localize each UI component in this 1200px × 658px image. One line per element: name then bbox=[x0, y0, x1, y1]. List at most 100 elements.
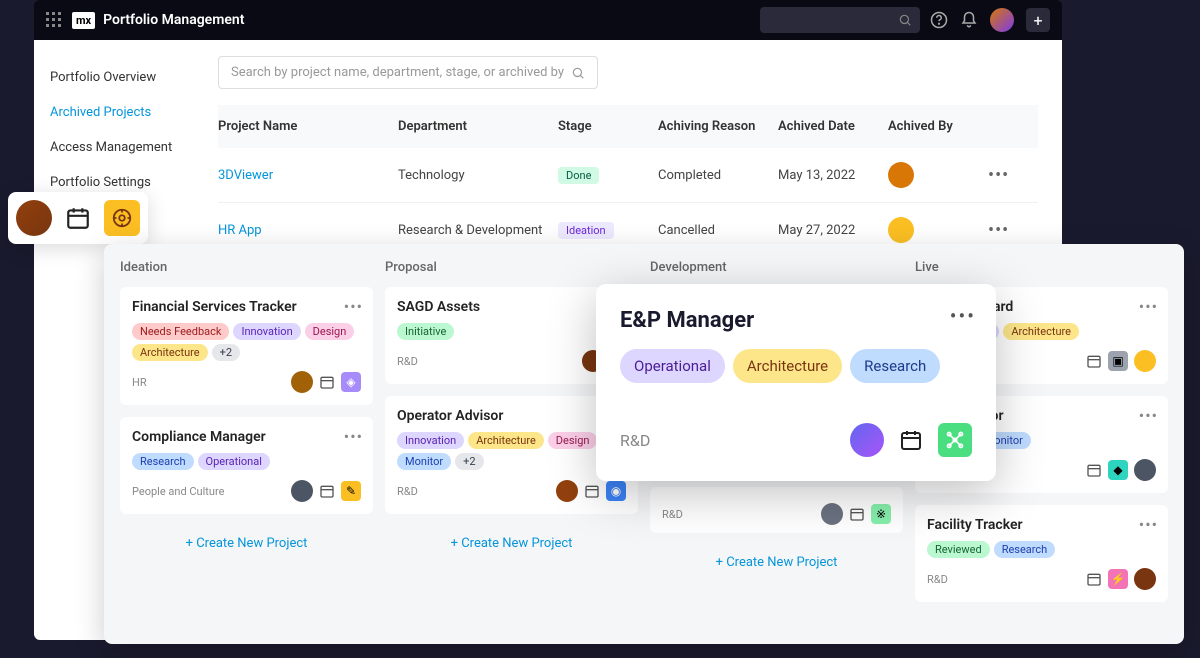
kanban-column-ideation: Ideation ••• Financial Services Tracker … bbox=[120, 260, 373, 628]
tag: Design bbox=[548, 432, 598, 449]
avatar bbox=[556, 480, 578, 502]
project-link[interactable]: 3DViewer bbox=[218, 168, 398, 183]
avatar[interactable] bbox=[850, 423, 884, 457]
tag: Architecture bbox=[132, 344, 208, 361]
popup-more-icon[interactable]: ••• bbox=[950, 304, 976, 328]
bell-icon[interactable] bbox=[960, 11, 978, 29]
tag: Research bbox=[132, 453, 194, 470]
tag: Reviewed bbox=[927, 541, 990, 558]
global-search-input[interactable] bbox=[760, 7, 920, 33]
table-row[interactable]: 3DViewer Technology Done Completed May 1… bbox=[218, 148, 1038, 203]
th-stage: Stage bbox=[558, 119, 658, 134]
card-more-icon[interactable]: ••• bbox=[1139, 297, 1158, 316]
status-icon: ⚡ bbox=[1108, 569, 1128, 589]
th-name: Project Name bbox=[218, 119, 398, 134]
status-icon: ◆ bbox=[1108, 460, 1128, 480]
cell-date: May 27, 2022 bbox=[778, 223, 888, 238]
brain-icon bbox=[111, 207, 133, 229]
card-more-icon[interactable]: ••• bbox=[344, 297, 363, 316]
create-project-button[interactable]: + Create New Project bbox=[650, 545, 903, 580]
help-icon[interactable] bbox=[930, 11, 948, 29]
tag: Research bbox=[850, 349, 940, 383]
status-icon: ▣ bbox=[1108, 351, 1128, 371]
avatar bbox=[1134, 568, 1156, 590]
row-more-icon[interactable]: ••• bbox=[988, 220, 1028, 241]
row-more-icon[interactable]: ••• bbox=[988, 165, 1028, 186]
search-icon bbox=[571, 66, 585, 80]
create-project-button[interactable]: + Create New Project bbox=[120, 526, 373, 561]
column-title: Development bbox=[650, 260, 903, 275]
card-dept: People and Culture bbox=[132, 485, 224, 498]
card-title: SAGD Assets bbox=[397, 299, 626, 315]
column-title: Proposal bbox=[385, 260, 638, 275]
card-title: Operator Advisor bbox=[397, 408, 626, 424]
avatar bbox=[1134, 350, 1156, 372]
tag: Architecture bbox=[1003, 323, 1079, 340]
cell-reason: Completed bbox=[658, 168, 778, 183]
network-icon bbox=[945, 430, 965, 450]
sidebar-item-access[interactable]: Access Management bbox=[34, 130, 194, 165]
tag: Architecture bbox=[468, 432, 544, 449]
user-avatar[interactable] bbox=[990, 8, 1014, 32]
th-date: Achived Date bbox=[778, 119, 888, 134]
topbar: mx Portfolio Management + bbox=[34, 0, 1062, 40]
status-icon: ※ bbox=[871, 504, 891, 524]
floating-toolbar bbox=[8, 192, 148, 244]
add-button[interactable]: + bbox=[1026, 8, 1050, 32]
tag: Monitor bbox=[397, 453, 451, 470]
card-more-icon[interactable]: ••• bbox=[1139, 515, 1158, 534]
sidebar-item-archived[interactable]: Archived Projects bbox=[34, 95, 194, 130]
card-dept: R&D bbox=[397, 355, 418, 368]
tag: Operational bbox=[620, 349, 725, 383]
project-card[interactable]: R&D ※ bbox=[650, 487, 903, 533]
calendar-icon bbox=[584, 483, 600, 499]
calendar-button[interactable] bbox=[894, 423, 928, 457]
card-dept: R&D bbox=[662, 508, 683, 521]
calendar-icon bbox=[319, 483, 335, 499]
app-title: Portfolio Management bbox=[103, 12, 244, 28]
card-title: Financial Services Tracker bbox=[132, 299, 361, 315]
cell-dept: Technology bbox=[398, 168, 558, 183]
tag: Operational bbox=[198, 453, 270, 470]
app-launcher-icon[interactable] bbox=[46, 12, 62, 28]
calendar-icon bbox=[319, 374, 335, 390]
stage-badge: Done bbox=[558, 167, 599, 184]
avatar bbox=[1134, 459, 1156, 481]
create-project-button[interactable]: + Create New Project bbox=[385, 526, 638, 561]
sidebar-item-overview[interactable]: Portfolio Overview bbox=[34, 60, 194, 95]
tag-more[interactable]: +2 bbox=[212, 344, 240, 361]
tag: Research bbox=[994, 541, 1056, 558]
avatar bbox=[291, 480, 313, 502]
tag: Initiative bbox=[397, 323, 454, 340]
card-title: Facility Tracker bbox=[927, 517, 1156, 533]
calendar-icon bbox=[899, 428, 923, 452]
avatar bbox=[821, 503, 843, 525]
project-card[interactable]: ••• Compliance Manager Research Operatio… bbox=[120, 417, 373, 514]
card-more-icon[interactable]: ••• bbox=[344, 427, 363, 446]
column-title: Ideation bbox=[120, 260, 373, 275]
avatar[interactable] bbox=[16, 200, 52, 236]
card-more-icon[interactable]: ••• bbox=[1139, 406, 1158, 425]
table-header: Project Name Department Stage Achiving R… bbox=[218, 105, 1038, 148]
calendar-icon bbox=[849, 506, 865, 522]
status-icon: ✎ bbox=[341, 481, 361, 501]
project-search-input[interactable]: Search by project name, department, stag… bbox=[218, 56, 598, 89]
calendar-button[interactable] bbox=[60, 200, 96, 236]
column-title: Live bbox=[915, 260, 1168, 275]
tag: Innovation bbox=[233, 323, 300, 340]
project-card[interactable]: ••• Facility Tracker Reviewed Research R… bbox=[915, 505, 1168, 602]
logo: mx bbox=[72, 12, 95, 29]
tag-more[interactable]: +2 bbox=[455, 453, 483, 470]
project-card[interactable]: ••• Financial Services Tracker Needs Fee… bbox=[120, 287, 373, 405]
cell-date: May 13, 2022 bbox=[778, 168, 888, 183]
calendar-icon bbox=[65, 205, 91, 231]
tag: Architecture bbox=[733, 349, 842, 383]
network-button[interactable] bbox=[938, 423, 972, 457]
project-link[interactable]: HR App bbox=[218, 223, 398, 238]
card-dept: HR bbox=[132, 376, 147, 389]
th-by: Achived By bbox=[888, 119, 988, 134]
popup-title: E&P Manager bbox=[620, 308, 972, 333]
status-icon: ◉ bbox=[606, 481, 626, 501]
brain-button[interactable] bbox=[104, 200, 140, 236]
search-placeholder: Search by project name, department, stag… bbox=[231, 65, 571, 80]
